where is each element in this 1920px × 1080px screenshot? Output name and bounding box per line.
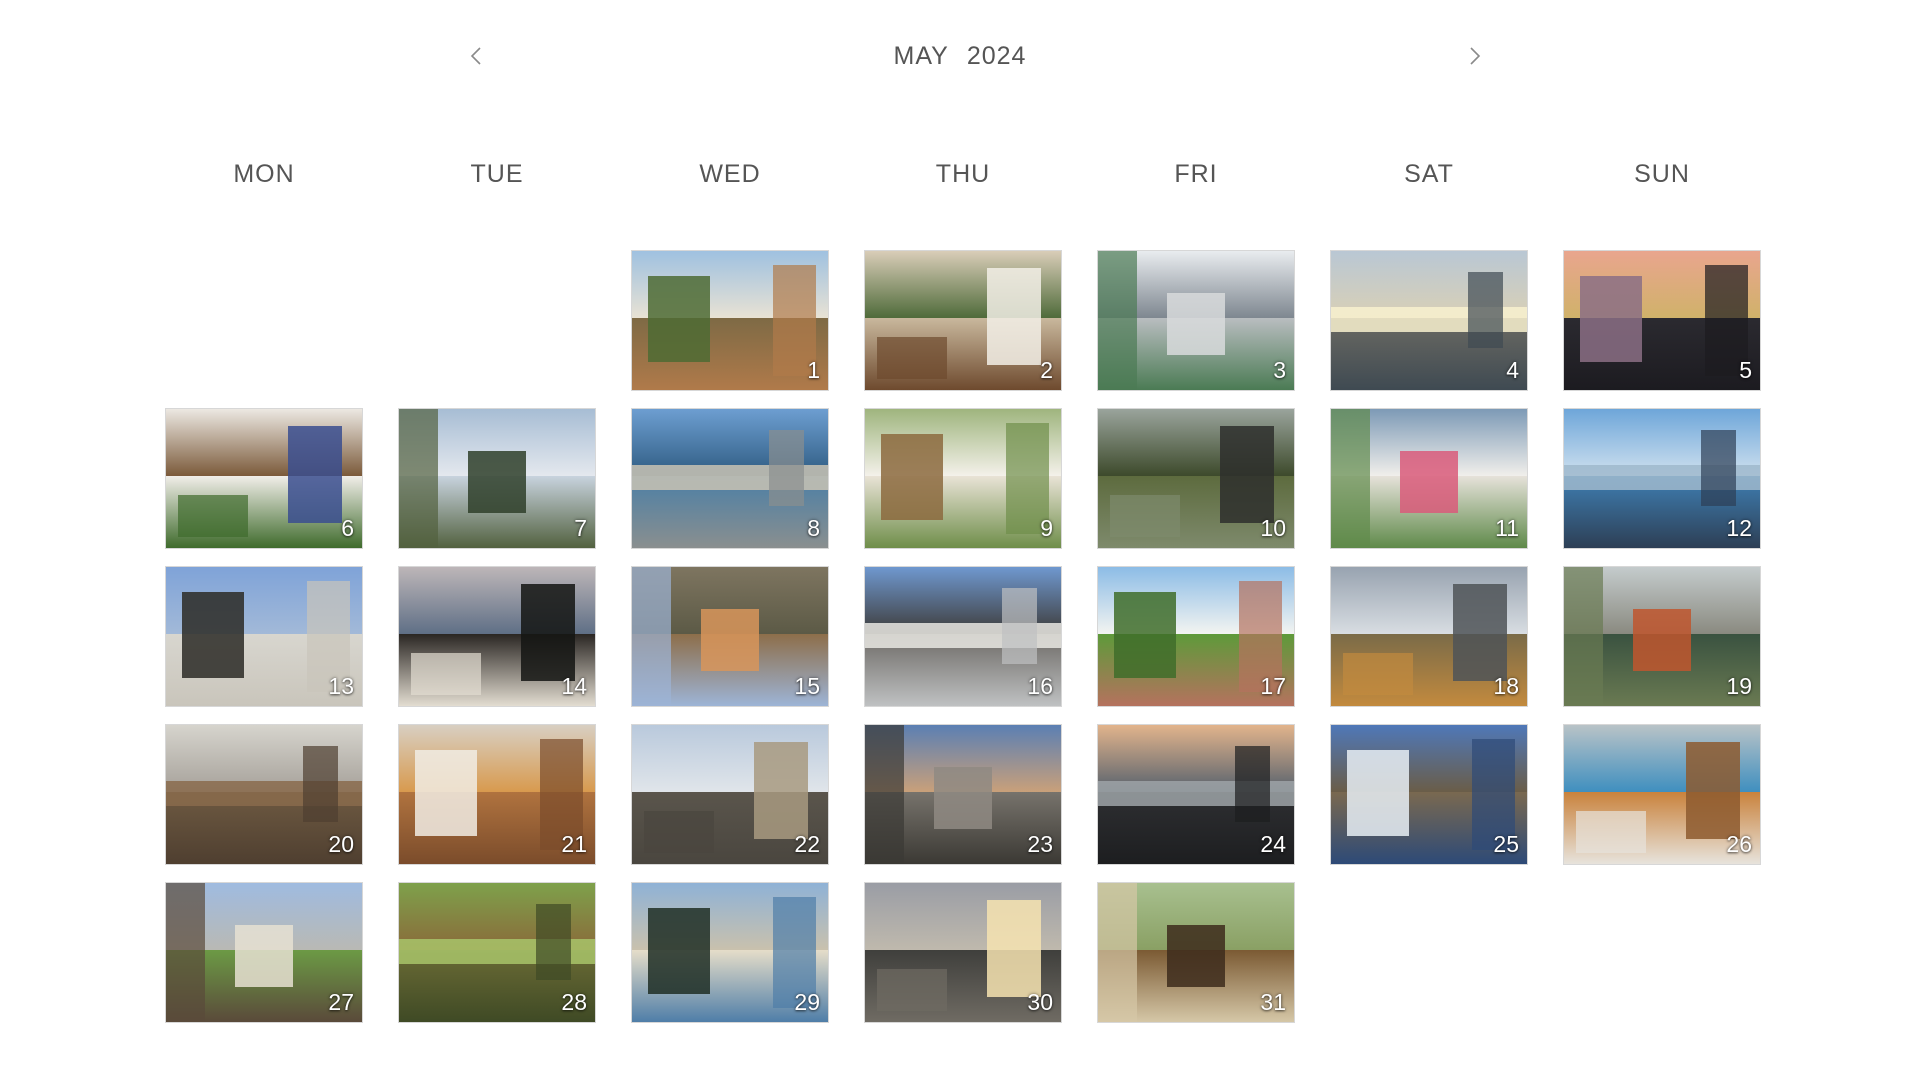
- chevron-right-icon: [1470, 47, 1481, 65]
- weekday-fri: FRI: [1174, 160, 1218, 188]
- day-number: 8: [807, 515, 820, 541]
- day-number: 27: [328, 989, 354, 1015]
- day-cell[interactable]: 27: [165, 882, 363, 1023]
- month-year-title: MAY 2024: [0, 42, 1920, 71]
- day-number: 29: [794, 989, 820, 1015]
- day-cell[interactable]: 28: [398, 882, 596, 1023]
- day-number: 11: [1495, 515, 1519, 541]
- day-number: 19: [1726, 673, 1752, 699]
- day-number: 4: [1506, 357, 1519, 383]
- day-number: 7: [574, 515, 587, 541]
- day-cell[interactable]: 16: [864, 566, 1062, 707]
- day-cell[interactable]: 14: [398, 566, 596, 707]
- day-cell[interactable]: 31: [1097, 882, 1295, 1023]
- weekday-wed: WED: [699, 160, 761, 188]
- weekday-sun: SUN: [1634, 160, 1690, 188]
- weekday-header-row: MON TUE WED THU FRI SAT SUN: [165, 160, 1761, 189]
- day-number: 25: [1493, 831, 1519, 857]
- day-photo: [1331, 251, 1527, 390]
- day-photo: [632, 409, 828, 548]
- day-number: 1: [807, 357, 820, 383]
- calendar-grid: 1 2 3 4 5 6 7 8 9 10 11 12 13 14 15 16 17 18 19 20 21 22 23 24 2…: [165, 250, 1761, 1023]
- day-cell[interactable]: 5: [1563, 250, 1761, 391]
- day-number: 20: [328, 831, 354, 857]
- day-cell[interactable]: 19: [1563, 566, 1761, 707]
- day-number: 14: [561, 673, 587, 699]
- day-photo: [1098, 251, 1294, 390]
- day-number: 31: [1260, 989, 1286, 1015]
- day-number: 18: [1493, 673, 1519, 699]
- day-number: 9: [1040, 515, 1053, 541]
- day-photo: [399, 409, 595, 548]
- day-cell[interactable]: 20: [165, 724, 363, 865]
- year-label: 2024: [966, 42, 1027, 70]
- calendar-page: MAY 2024 MON TUE WED THU FRI SAT SUN 1234…: [0, 0, 1920, 1080]
- day-cell[interactable]: 12: [1563, 408, 1761, 549]
- day-number: 30: [1027, 989, 1053, 1015]
- day-cell[interactable]: 26: [1563, 724, 1761, 865]
- day-cell[interactable]: 3: [1097, 250, 1295, 391]
- day-photo: [865, 409, 1061, 548]
- weekday-thu: THU: [935, 160, 991, 188]
- day-number: 5: [1739, 357, 1752, 383]
- day-cell[interactable]: 4: [1330, 250, 1528, 391]
- day-number: 6: [341, 515, 354, 541]
- day-number: 21: [561, 831, 587, 857]
- day-number: 23: [1027, 831, 1053, 857]
- day-number: 22: [794, 831, 820, 857]
- day-photo: [166, 409, 362, 548]
- day-cell[interactable]: 13: [165, 566, 363, 707]
- day-cell[interactable]: 7: [398, 408, 596, 549]
- day-photo: [632, 251, 828, 390]
- day-number: 26: [1726, 831, 1752, 857]
- day-number: 15: [794, 673, 820, 699]
- day-cell[interactable]: 21: [398, 724, 596, 865]
- day-number: 28: [561, 989, 587, 1015]
- day-cell[interactable]: 10: [1097, 408, 1295, 549]
- weekday-mon: MON: [233, 160, 295, 188]
- day-cell[interactable]: 9: [864, 408, 1062, 549]
- empty-cell: [398, 250, 596, 391]
- day-number: 13: [328, 673, 354, 699]
- day-cell[interactable]: 2: [864, 250, 1062, 391]
- day-number: 24: [1260, 831, 1286, 857]
- empty-cell: [165, 250, 363, 391]
- day-number: 3: [1273, 357, 1286, 383]
- day-cell[interactable]: 11: [1330, 408, 1528, 549]
- day-cell[interactable]: 23: [864, 724, 1062, 865]
- day-cell[interactable]: 22: [631, 724, 829, 865]
- day-cell[interactable]: 29: [631, 882, 829, 1023]
- day-number: 2: [1040, 357, 1053, 383]
- day-number: 16: [1027, 673, 1053, 699]
- month-label: MAY: [893, 42, 949, 70]
- weekday-tue: TUE: [470, 160, 524, 188]
- day-number: 12: [1726, 515, 1752, 541]
- day-cell[interactable]: 18: [1330, 566, 1528, 707]
- day-cell[interactable]: 24: [1097, 724, 1295, 865]
- day-photo: [1564, 251, 1760, 390]
- day-cell[interactable]: 15: [631, 566, 829, 707]
- day-number: 17: [1260, 673, 1286, 699]
- day-cell[interactable]: 1: [631, 250, 829, 391]
- day-cell[interactable]: 25: [1330, 724, 1528, 865]
- day-cell[interactable]: 8: [631, 408, 829, 549]
- day-number: 10: [1260, 515, 1286, 541]
- day-cell[interactable]: 17: [1097, 566, 1295, 707]
- weekday-sat: SAT: [1404, 160, 1454, 188]
- day-cell[interactable]: 6: [165, 408, 363, 549]
- next-month-button[interactable]: [1457, 38, 1493, 74]
- day-cell[interactable]: 30: [864, 882, 1062, 1023]
- day-photo: [865, 251, 1061, 390]
